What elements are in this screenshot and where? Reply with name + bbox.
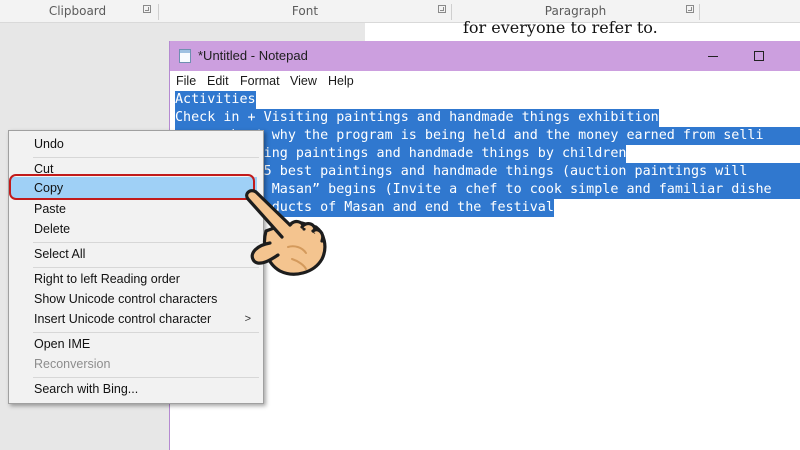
menu-item-rtl-reading-order[interactable]: Right to left Reading order xyxy=(9,269,263,289)
menu-item-label: Select All xyxy=(34,247,86,261)
ribbon-group-clipboard: Clipboard xyxy=(0,0,155,22)
notepad-menubar: File Edit Format View Help xyxy=(170,71,800,91)
ribbon-group-label: Clipboard xyxy=(48,4,107,18)
ribbon-divider xyxy=(158,4,159,20)
window-title: *Untitled - Notepad xyxy=(198,48,308,63)
menu-item-label: Search with Bing... xyxy=(34,382,139,396)
context-menu: Undo Cut Copy Paste Delete Select All Ri… xyxy=(8,130,264,404)
text-line: the 5 best paintings and handmade things… xyxy=(175,163,800,181)
menu-item-label: Reconversion xyxy=(34,357,111,371)
chevron-right-icon: > xyxy=(244,313,251,325)
ribbon-group-label: Paragraph xyxy=(544,4,607,18)
copy-callout-ring xyxy=(9,174,255,200)
menu-item-open-ime[interactable]: Open IME xyxy=(9,334,263,354)
notepad-icon xyxy=(179,49,191,63)
document-text: for everyone to refer to. xyxy=(463,18,658,37)
dialog-launcher-icon[interactable] xyxy=(438,5,446,13)
menu-separator xyxy=(33,332,259,333)
menu-item-label: Open IME xyxy=(34,337,91,351)
text-line: bout why the program is being held and t… xyxy=(175,127,800,145)
menu-item-show-unicode-control[interactable]: Show Unicode control characters xyxy=(9,289,263,309)
menu-item-delete[interactable]: Delete xyxy=(9,219,263,239)
word-ribbon: Clipboard Font Paragraph xyxy=(0,0,800,23)
maximize-icon[interactable] xyxy=(736,41,782,71)
menu-separator xyxy=(33,267,259,268)
ribbon-group-font: Font xyxy=(160,0,450,22)
menu-separator xyxy=(33,377,259,378)
menu-separator xyxy=(33,157,259,158)
menu-item-label: Undo xyxy=(34,137,64,151)
menu-item-select-all[interactable]: Select All xyxy=(9,244,263,264)
notepad-titlebar[interactable]: *Untitled - Notepad xyxy=(170,41,800,71)
menu-item-paste[interactable]: Paste xyxy=(9,199,263,219)
menu-item-reconversion: Reconversion xyxy=(9,354,263,374)
menu-separator xyxy=(33,242,259,243)
text-line: Activities xyxy=(175,91,256,109)
menu-format[interactable]: Format xyxy=(240,71,280,91)
menu-item-label: Delete xyxy=(34,222,71,236)
menu-item-label: Right to left Reading order xyxy=(34,272,180,286)
menu-help[interactable]: Help xyxy=(328,71,354,91)
menu-item-label: Insert Unicode control character xyxy=(34,312,212,326)
menu-item-insert-unicode-control[interactable]: Insert Unicode control character > xyxy=(9,309,263,329)
ribbon-divider xyxy=(699,4,700,20)
text-line: Check in + Visiting paintings and handma… xyxy=(175,109,659,127)
ribbon-group-label: Font xyxy=(291,4,319,18)
menu-item-search-bing[interactable]: Search with Bing... xyxy=(9,379,263,399)
menu-edit[interactable]: Edit xyxy=(207,71,229,91)
minimize-icon[interactable] xyxy=(690,41,736,71)
menu-view[interactable]: View xyxy=(290,71,317,91)
menu-item-label: Paste xyxy=(34,202,66,216)
hand-pointer-icon xyxy=(245,189,327,276)
menu-item-undo[interactable]: Undo xyxy=(9,134,263,154)
menu-file[interactable]: File xyxy=(176,71,196,91)
dialog-launcher-icon[interactable] xyxy=(143,5,151,13)
dialog-launcher-icon[interactable] xyxy=(686,5,694,13)
menu-item-label: Show Unicode control characters xyxy=(34,292,218,306)
ribbon-divider xyxy=(451,4,452,20)
